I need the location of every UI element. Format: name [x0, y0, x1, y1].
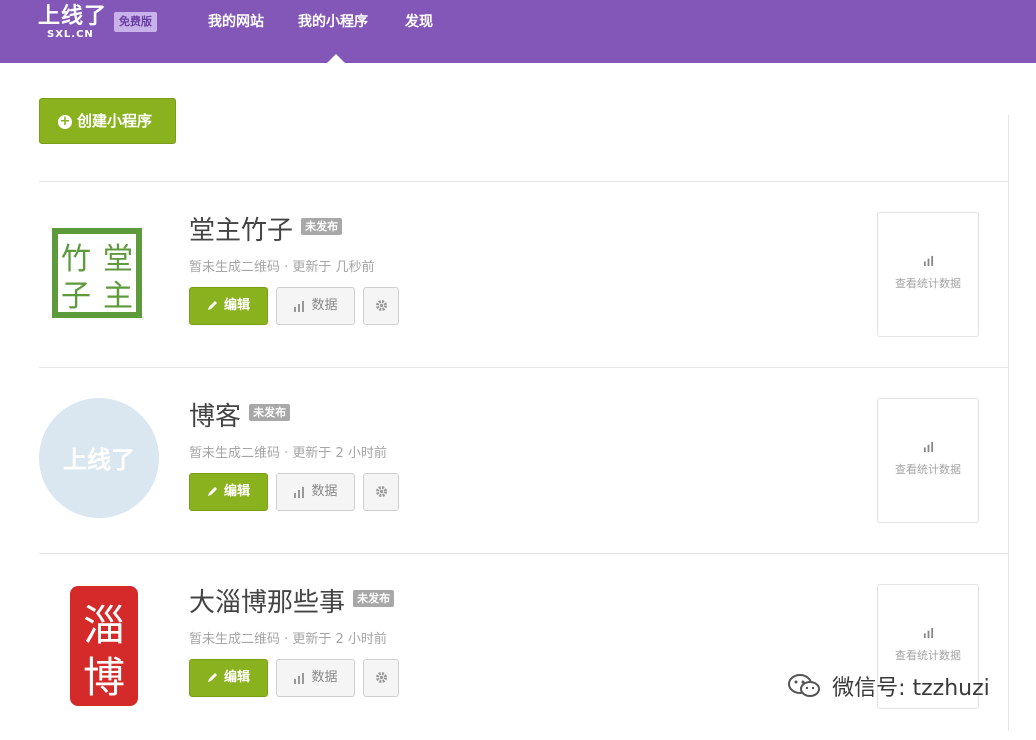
data-label: 数据 — [311, 298, 338, 313]
edit-button[interactable]: 编辑 — [189, 659, 268, 697]
seal-char: 主 — [103, 279, 133, 314]
app-card: 竹 堂 子 主 堂主竹子 未发布 暂未生成二维码 · 更新于 几秒前 编辑 数据… — [0, 182, 1036, 368]
plan-badge: 免费版 — [114, 12, 157, 32]
gear-icon — [375, 486, 387, 497]
status-badge: 未发布 — [301, 218, 343, 235]
edit-button[interactable]: 编辑 — [189, 473, 268, 511]
app-card: 淄 博 大淄博那些事 未发布 暂未生成二维码 · 更新于 2 小时前 编辑 数据… — [0, 554, 1036, 740]
settings-button[interactable] — [363, 473, 399, 511]
logo-text: 上线了 — [38, 4, 108, 29]
create-mini-program-button[interactable]: + 创建小程序 — [39, 98, 176, 144]
data-button[interactable]: 数据 — [276, 287, 355, 325]
app-meta: 暂未生成二维码 · 更新于 2 小时前 — [189, 446, 387, 461]
app-meta: 暂未生成二维码 · 更新于 几秒前 — [189, 260, 375, 275]
app-title[interactable]: 堂主竹子 — [189, 216, 293, 246]
app-thumbnail-logo-circle[interactable]: 上线了 — [39, 398, 159, 518]
edit-label: 编辑 — [223, 298, 250, 313]
status-badge: 未发布 — [249, 404, 291, 421]
app-title-row: 堂主竹子 未发布 — [189, 210, 343, 246]
app-title-row: 博客 未发布 — [189, 396, 291, 432]
bar-chart-icon — [923, 441, 933, 452]
seal-char: 堂 — [103, 242, 133, 277]
wechat-watermark: 微信号: tzzhuzi — [787, 670, 990, 704]
edit-button[interactable]: 编辑 — [189, 287, 268, 325]
seal-char: 子 — [61, 279, 91, 314]
gear-icon — [375, 300, 387, 311]
nav-my-websites[interactable]: 我的网站 — [208, 0, 264, 63]
bar-chart-icon — [923, 627, 933, 638]
edit-label: 编辑 — [223, 484, 250, 499]
thumb-logo-text: 上线了 — [63, 446, 135, 474]
settings-button[interactable] — [363, 659, 399, 697]
view-stats-label: 查看统计数据 — [895, 649, 961, 662]
app-title-row: 大淄博那些事 未发布 — [189, 582, 395, 618]
watermark-text: 微信号: tzzhuzi — [832, 676, 990, 701]
bar-chart-icon — [923, 255, 933, 266]
app-meta: 暂未生成二维码 · 更新于 2 小时前 — [189, 632, 387, 647]
seal-char: 竹 — [61, 242, 91, 277]
app-thumbnail-seal-red[interactable]: 淄 博 — [66, 584, 142, 708]
active-nav-caret — [327, 54, 345, 63]
nav-discover[interactable]: 发现 — [405, 0, 433, 63]
bar-chart-icon — [294, 672, 305, 684]
app-title[interactable]: 博客 — [189, 402, 241, 432]
bar-chart-icon — [294, 300, 305, 312]
app-title[interactable]: 大淄博那些事 — [189, 588, 345, 618]
app-thumbnail-seal-green[interactable]: 竹 堂 子 主 — [48, 224, 146, 322]
view-stats-label: 查看统计数据 — [895, 277, 961, 290]
edit-label: 编辑 — [223, 670, 250, 685]
data-button[interactable]: 数据 — [276, 473, 355, 511]
view-stats-label: 查看统计数据 — [895, 463, 961, 476]
data-label: 数据 — [311, 670, 338, 685]
data-label: 数据 — [311, 484, 338, 499]
seal-char: 淄 — [83, 601, 125, 650]
data-button[interactable]: 数据 — [276, 659, 355, 697]
seal-char: 博 — [83, 653, 125, 702]
wechat-icon — [788, 674, 820, 697]
pencil-icon — [207, 487, 217, 496]
view-stats-box[interactable]: 查看统计数据 — [877, 212, 979, 337]
settings-button[interactable] — [363, 287, 399, 325]
logo-subtext: SXL.CN — [47, 29, 94, 40]
pencil-icon — [207, 301, 217, 310]
gear-icon — [375, 672, 387, 683]
logo[interactable]: 上线了 SXL.CN — [38, 5, 107, 41]
plus-circle-icon: + — [58, 114, 72, 129]
view-stats-box[interactable]: 查看统计数据 — [877, 398, 979, 523]
pencil-icon — [207, 673, 217, 682]
top-navbar: 上线了 SXL.CN 免费版 我的网站 我的小程序 发现 — [0, 0, 1036, 63]
app-card: 上线了 博客 未发布 暂未生成二维码 · 更新于 2 小时前 编辑 数据 查看统… — [0, 368, 1036, 554]
bar-chart-icon — [294, 486, 305, 498]
status-badge: 未发布 — [353, 590, 395, 607]
create-button-label: 创建小程序 — [77, 112, 153, 130]
